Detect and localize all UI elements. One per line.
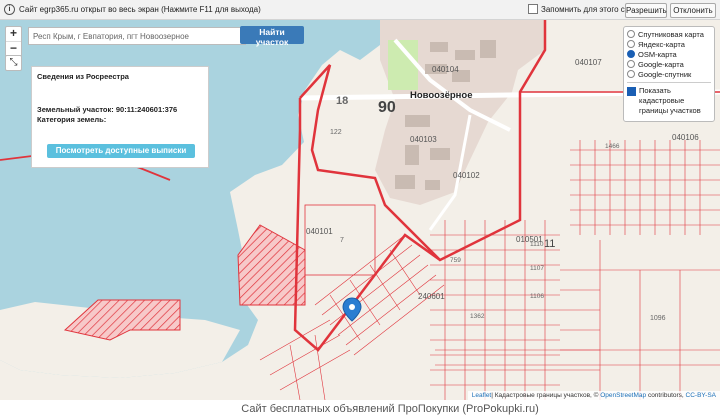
zoom-control: + − [5,26,22,57]
info-icon: i [4,4,15,15]
radio-icon[interactable] [627,40,635,48]
label-parcel-1096: 1096 [650,315,666,322]
label-block-240601: 240601 [418,292,445,301]
cadastral-borders-checkbox[interactable]: Показать кадастровые границы участков [627,86,711,116]
fullscreen-toggle-icon[interactable]: ⤡ [5,55,22,71]
find-parcel-button[interactable]: Найти участок [240,26,304,47]
label-parcel-1110: 1110 [530,241,544,248]
layer-option-google[interactable]: Google-карта [627,59,711,69]
view-extracts-button[interactable]: Посмотреть доступные выписки [47,144,195,158]
footer-text: Сайт бесплатных объявлений ПроПокупки (P… [241,403,539,415]
watermark-footer: Сайт бесплатных объявлений ПроПокупки (P… [0,400,720,418]
fullscreen-message: Сайт egrp365.ru открыт во весь экран (На… [19,5,261,14]
label-block-040104: 040104 [432,65,459,74]
label-block-11: 11 [544,238,555,250]
label-settlement: Новоозёрное [410,90,473,101]
zoom-out-button[interactable]: − [6,42,21,56]
land-category: Категория земель: [37,115,107,124]
radio-selected-icon[interactable] [627,50,635,58]
label-parcel-1466: 1466 [605,143,620,150]
layer-option-osm[interactable]: OSM-карта [627,49,711,59]
zoom-in-button[interactable]: + [6,27,21,42]
label-parcel-122: 122 [330,129,342,136]
label-block-040106: 040106 [672,133,699,142]
label-district-90: 90 [378,99,396,116]
leaflet-link[interactable]: Leaflet [472,392,492,399]
label-parcel-1106: 1106 [530,293,544,300]
label-parcel-759: 759 [450,257,461,264]
layer-option-google-satellite[interactable]: Google-спутник [627,69,711,79]
label-block-040101: 040101 [306,227,333,236]
radio-icon[interactable] [627,30,635,38]
layer-switcher: Спутниковая карта Яндекс-карта OSM-карта… [623,26,715,122]
map-attribution: Leaflet| Кадастровые границы участков, ©… [467,391,720,400]
radio-icon[interactable] [627,60,635,68]
label-block-040102: 040102 [453,171,480,180]
label-parcel-7: 7 [340,237,344,244]
allow-button[interactable]: Разрешить [625,3,667,18]
license-link[interactable]: CC-BY-SA [686,392,716,399]
label-parcel-1362: 1362 [470,313,485,320]
checkbox-icon[interactable] [528,4,538,14]
radio-icon[interactable] [627,70,635,78]
osm-link[interactable]: OpenStreetMap [600,392,646,399]
fullscreen-notification-bar: i Сайт egrp365.ru открыт во весь экран (… [0,0,720,20]
layer-option-yandex[interactable]: Яндекс-карта [627,39,711,49]
layer-divider [627,82,711,83]
label-block-040103: 040103 [410,135,437,144]
map-view[interactable]: 18 90 Новоозёрное 040104 040103 040102 0… [0,20,720,400]
label-parcel-1107: 1107 [530,265,544,272]
address-search-input[interactable] [28,27,246,45]
parcel-number: Земельный участок: 90:11:240601:376 [37,105,178,114]
layer-option-satellite[interactable]: Спутниковая карта [627,29,711,39]
checkbox-checked-icon[interactable] [627,87,636,96]
label-district-18: 18 [336,95,348,107]
deny-button[interactable]: Отклонить [670,3,716,18]
info-panel-title: Сведения из Росреестра [37,72,129,81]
label-block-040107: 040107 [575,58,602,67]
